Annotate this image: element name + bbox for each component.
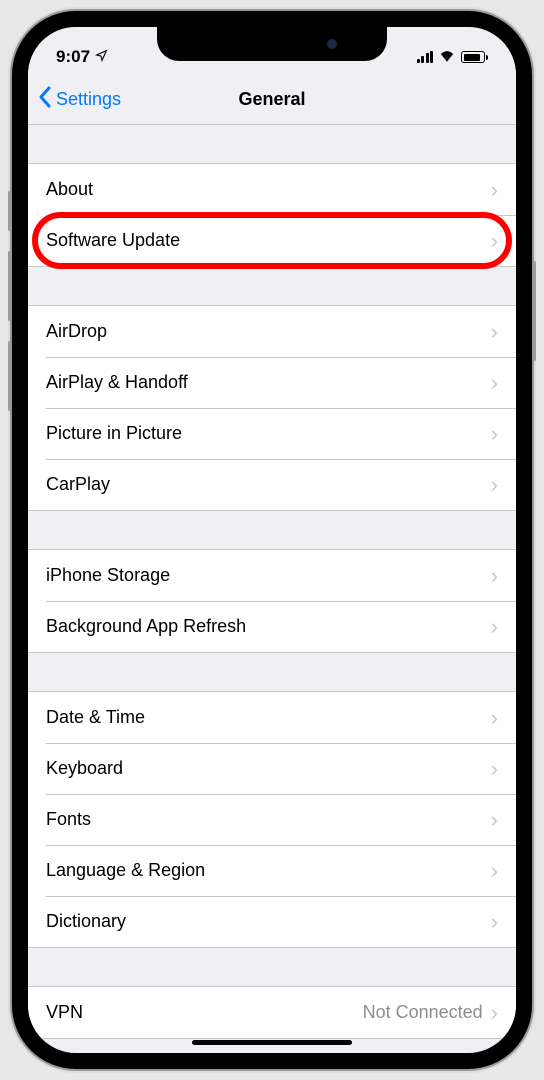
chevron-right-icon: ›: [491, 616, 498, 638]
list-item-background-app-refresh[interactable]: Background App Refresh ›: [28, 601, 516, 652]
power-button: [532, 261, 536, 361]
list-item-label: AirPlay & Handoff: [46, 372, 188, 393]
list-item-label: Language & Region: [46, 860, 205, 881]
list-item-software-update[interactable]: Software Update ›: [28, 215, 516, 266]
list-item-iphone-storage[interactable]: iPhone Storage ›: [28, 550, 516, 601]
wifi-icon: [438, 48, 456, 67]
list-item-label: CarPlay: [46, 474, 110, 495]
list-item-keyboard[interactable]: Keyboard ›: [28, 743, 516, 794]
chevron-right-icon: ›: [491, 372, 498, 394]
list-item-label: Software Update: [46, 230, 180, 251]
list-item-label: iPhone Storage: [46, 565, 170, 586]
content-scroll[interactable]: About › Software Update › AirDrop › AirP…: [28, 125, 516, 1053]
list-group-0: About › Software Update ›: [28, 163, 516, 267]
mute-switch: [8, 191, 12, 231]
list-item-picture-in-picture[interactable]: Picture in Picture ›: [28, 408, 516, 459]
volume-down: [8, 341, 12, 411]
chevron-right-icon: ›: [491, 474, 498, 496]
page-title: General: [238, 89, 305, 110]
list-item-label: VPN: [46, 1002, 83, 1023]
list-item-fonts[interactable]: Fonts ›: [28, 794, 516, 845]
list-item-about[interactable]: About ›: [28, 164, 516, 215]
chevron-right-icon: ›: [491, 911, 498, 933]
home-indicator[interactable]: [192, 1040, 352, 1045]
list-group-3: Date & Time › Keyboard › Fonts › Languag…: [28, 691, 516, 948]
chevron-right-icon: ›: [491, 758, 498, 780]
list-group-1: AirDrop › AirPlay & Handoff › Picture in…: [28, 305, 516, 511]
chevron-right-icon: ›: [491, 565, 498, 587]
volume-up: [8, 251, 12, 321]
chevron-right-icon: ›: [491, 230, 498, 252]
list-item-carplay[interactable]: CarPlay ›: [28, 459, 516, 510]
list-item-vpn[interactable]: VPN Not Connected ›: [28, 987, 516, 1038]
battery-icon: [461, 51, 488, 63]
list-item-label: About: [46, 179, 93, 200]
list-item-airdrop[interactable]: AirDrop ›: [28, 306, 516, 357]
list-item-label: Dictionary: [46, 911, 126, 932]
phone-frame: 9:07: [12, 11, 532, 1069]
chevron-right-icon: ›: [491, 707, 498, 729]
list-item-label: AirDrop: [46, 321, 107, 342]
section-gap: [28, 511, 516, 549]
list-item-airplay-handoff[interactable]: AirPlay & Handoff ›: [28, 357, 516, 408]
front-camera: [327, 39, 337, 49]
section-gap: [28, 125, 516, 163]
chevron-right-icon: ›: [491, 423, 498, 445]
cellular-signal-icon: [417, 51, 434, 63]
section-gap: [28, 653, 516, 691]
list-item-label: Date & Time: [46, 707, 145, 728]
list-item-date-time[interactable]: Date & Time ›: [28, 692, 516, 743]
chevron-right-icon: ›: [491, 1002, 498, 1024]
status-right: [417, 48, 489, 67]
chevron-left-icon: [38, 86, 52, 113]
back-label: Settings: [56, 89, 121, 110]
list-item-label: Background App Refresh: [46, 616, 246, 637]
status-time: 9:07: [56, 47, 90, 67]
section-gap: [28, 267, 516, 305]
list-item-label: Keyboard: [46, 758, 123, 779]
screen: 9:07: [28, 27, 516, 1053]
list-item-label: Picture in Picture: [46, 423, 182, 444]
chevron-right-icon: ›: [491, 860, 498, 882]
navigation-bar: Settings General: [28, 75, 516, 125]
back-button[interactable]: Settings: [28, 86, 121, 113]
list-item-language-region[interactable]: Language & Region ›: [28, 845, 516, 896]
chevron-right-icon: ›: [491, 179, 498, 201]
location-services-icon: [95, 47, 108, 67]
notch: [157, 27, 387, 61]
chevron-right-icon: ›: [491, 321, 498, 343]
status-left: 9:07: [56, 47, 108, 67]
list-item-dictionary[interactable]: Dictionary ›: [28, 896, 516, 947]
list-item-value: Not Connected: [363, 1002, 483, 1023]
list-group-4: VPN Not Connected ›: [28, 986, 516, 1039]
section-gap: [28, 948, 516, 986]
list-group-2: iPhone Storage › Background App Refresh …: [28, 549, 516, 653]
list-item-label: Fonts: [46, 809, 91, 830]
chevron-right-icon: ›: [491, 809, 498, 831]
